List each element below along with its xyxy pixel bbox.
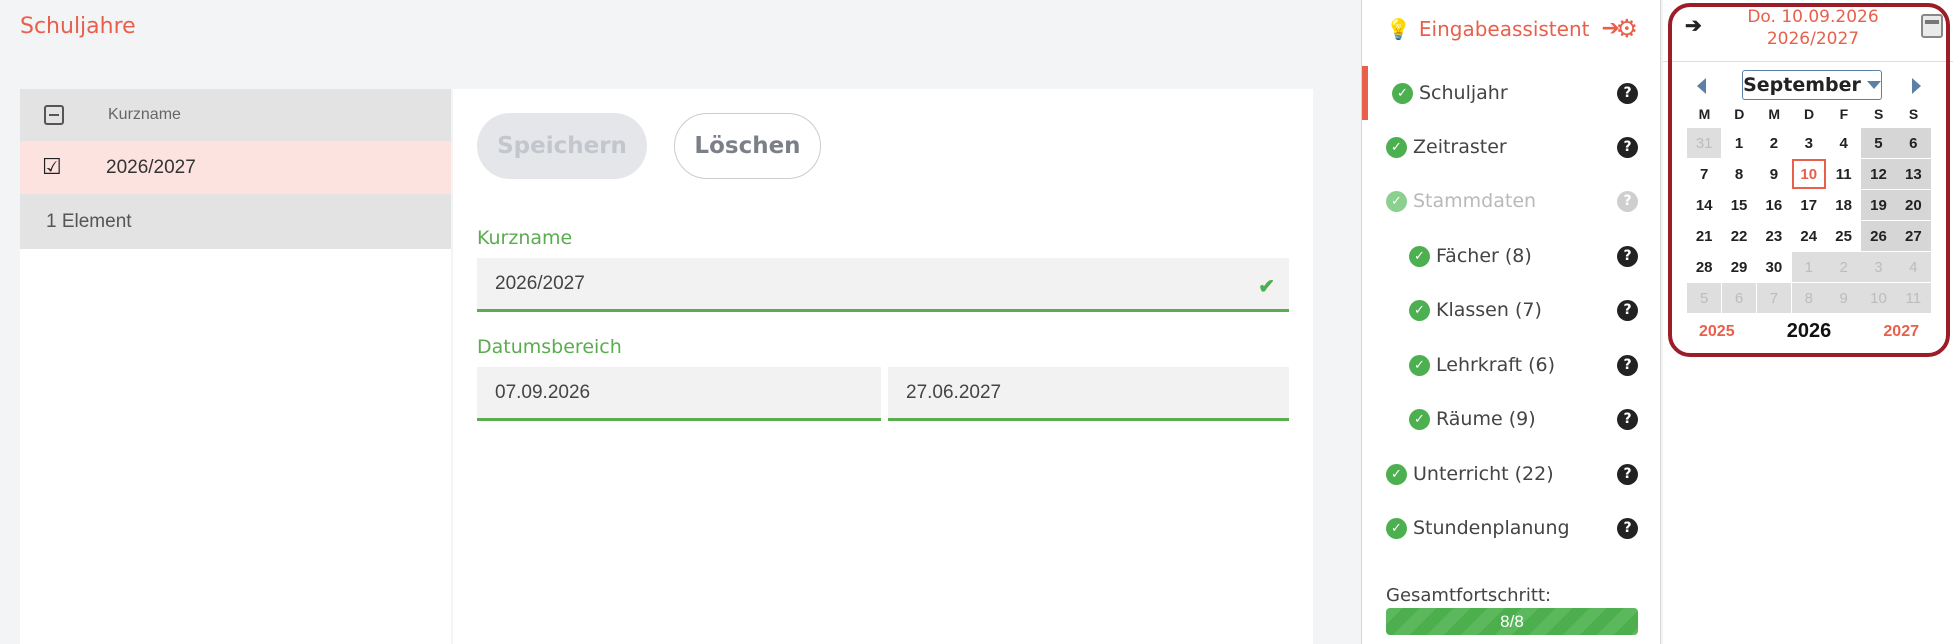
kurzname-field[interactable]: 2026/2027 ✔ xyxy=(477,258,1289,312)
wizard-item-label: Klassen (7) xyxy=(1436,299,1542,321)
date-from-value: 07.09.2026 xyxy=(495,381,591,403)
wizard-item-schuljahr[interactable]: ✓ Schuljahr ? xyxy=(1362,66,1662,120)
wizard-header[interactable]: 💡 Eingabeassistent ➔ xyxy=(1386,16,1620,41)
progress-label: Gesamtfortschritt: xyxy=(1386,585,1552,606)
wizard-item-faecher[interactable]: ✓ Fächer (8) ? xyxy=(1362,229,1662,283)
wizard-item-lehrkraft[interactable]: ✓ Lehrkraft (6) ? xyxy=(1362,338,1662,392)
wizard-item-klassen[interactable]: ✓ Klassen (7) ? xyxy=(1362,283,1662,337)
wizard-panel: 💡 Eingabeassistent ➔ ⚙ ✓ Schuljahr ? ✓ Z… xyxy=(1361,0,1661,644)
delete-button[interactable]: Löschen xyxy=(674,113,821,179)
lightbulb-icon: 💡 xyxy=(1386,16,1411,41)
highlight-frame xyxy=(1668,3,1950,357)
wizard-title: Eingabeassistent xyxy=(1418,16,1590,41)
select-all-checkbox[interactable] xyxy=(44,105,64,125)
check-icon: ✔ xyxy=(1258,276,1275,298)
help-icon[interactable]: ? xyxy=(1617,136,1638,158)
help-icon[interactable]: ? xyxy=(1617,190,1638,212)
list-header: Kurzname xyxy=(20,89,451,141)
check-circle-icon: ✓ xyxy=(1409,245,1430,267)
help-icon[interactable]: ? xyxy=(1617,517,1638,539)
list-count: 1 Element xyxy=(20,194,451,249)
check-circle-icon: ✓ xyxy=(1409,354,1430,376)
gear-icon[interactable]: ⚙ xyxy=(1616,14,1638,44)
wizard-item-zeitraster[interactable]: ✓ Zeitraster ? xyxy=(1362,120,1662,174)
save-button[interactable]: Speichern xyxy=(477,113,647,179)
kurzname-label: Kurzname xyxy=(477,227,573,249)
kurzname-value: 2026/2027 xyxy=(495,272,585,294)
datumsbereich-label: Datumsbereich xyxy=(477,336,622,358)
checked-checkbox-icon[interactable]: ☑ xyxy=(42,155,64,179)
wizard-item-label: Schuljahr xyxy=(1419,82,1508,104)
check-circle-icon: ✓ xyxy=(1386,136,1407,158)
wizard-item-stundenplanung[interactable]: ✓ Stundenplanung ? xyxy=(1362,501,1662,555)
date-to-field[interactable]: 27.06.2027 xyxy=(888,367,1289,421)
help-icon[interactable]: ? xyxy=(1617,299,1638,321)
wizard-item-label: Lehrkraft (6) xyxy=(1436,354,1556,376)
help-icon[interactable]: ? xyxy=(1617,245,1638,267)
date-to-value: 27.06.2027 xyxy=(906,381,1002,403)
check-circle-icon: ✓ xyxy=(1386,190,1407,212)
wizard-item-stammdaten[interactable]: ✓ Stammdaten ? xyxy=(1362,174,1662,228)
wizard-item-raeume[interactable]: ✓ Räume (9) ? xyxy=(1362,392,1662,446)
wizard-item-label: Stammdaten xyxy=(1413,190,1537,212)
check-circle-icon: ✓ xyxy=(1392,82,1413,104)
wizard-item-label: Zeitraster xyxy=(1413,136,1507,158)
progress-bar: 8/8 xyxy=(1386,608,1638,635)
form-panel: Speichern Löschen Kurzname 2026/2027 ✔ D… xyxy=(453,89,1313,644)
help-icon[interactable]: ? xyxy=(1617,354,1638,376)
date-from-field[interactable]: 07.09.2026 xyxy=(477,367,881,421)
check-circle-icon: ✓ xyxy=(1409,408,1430,430)
column-header-kurzname[interactable]: Kurzname xyxy=(108,106,181,124)
wizard-item-label: Stundenplanung xyxy=(1413,517,1570,539)
list-panel: Kurzname ☑ 2026/2027 1 Element xyxy=(20,89,451,644)
help-icon[interactable]: ? xyxy=(1617,408,1638,430)
list-item[interactable]: ☑ 2026/2027 xyxy=(20,141,451,194)
wizard-item-unterricht[interactable]: ✓ Unterricht (22) ? xyxy=(1362,447,1662,501)
wizard-item-label: Fächer (8) xyxy=(1436,245,1532,267)
list-item-label: 2026/2027 xyxy=(106,156,196,178)
progress-text: 8/8 xyxy=(1500,611,1524,631)
calendar-panel: ➔ Do. 10.09.2026 2026/2027 September MDM… xyxy=(1663,0,1953,644)
check-circle-icon: ✓ xyxy=(1386,463,1407,485)
help-icon[interactable]: ? xyxy=(1617,82,1638,104)
wizard-item-label: Unterricht (22) xyxy=(1413,463,1554,485)
check-circle-icon: ✓ xyxy=(1409,299,1430,321)
page-title: Schuljahre xyxy=(20,14,136,39)
check-circle-icon: ✓ xyxy=(1386,517,1407,539)
wizard-item-label: Räume (9) xyxy=(1436,408,1536,430)
help-icon[interactable]: ? xyxy=(1617,463,1638,485)
